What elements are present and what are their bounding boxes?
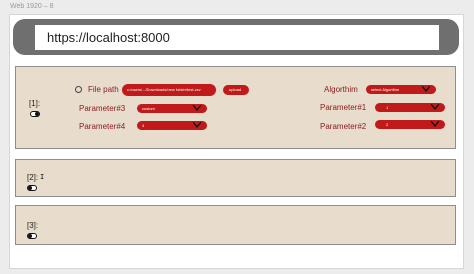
chevron-down-icon xyxy=(193,122,201,128)
panel-1-index: [1]: xyxy=(29,99,41,108)
chevron-down-icon xyxy=(193,105,201,111)
algorithm-select[interactable]: select Algorithm xyxy=(366,85,436,94)
parameter2-label: Parameter#2 xyxy=(320,122,367,131)
chevron-down-icon xyxy=(422,86,430,92)
panel-1-toggle-switch-icon[interactable] xyxy=(30,111,40,117)
frame-label: Web 1920 – 8 xyxy=(10,3,54,10)
file-path-radio-icon[interactable] xyxy=(75,86,82,93)
chevron-down-icon xyxy=(431,104,439,110)
panel-3-toggle-switch-icon[interactable] xyxy=(27,233,37,239)
algorithm-label: Algorthim xyxy=(324,85,358,94)
parameter3-select[interactable]: custom xyxy=(137,104,207,113)
panel-3-index: [3]: xyxy=(27,221,39,230)
parameter4-label: Parameter#4 xyxy=(79,122,126,131)
panel-2 xyxy=(15,159,456,197)
text-cursor-icon: I xyxy=(40,173,45,181)
parameter4-select[interactable]: 4 xyxy=(137,121,207,130)
parameter3-label: Parameter#3 xyxy=(79,104,126,113)
chevron-down-icon xyxy=(431,121,439,127)
parameter1-select-value: 1 xyxy=(386,105,389,110)
parameter2-select-value: 2 xyxy=(386,122,389,127)
url-input[interactable]: https://localhost:8000 xyxy=(35,25,439,50)
file-path-field[interactable]: c:/users/.../Downloads/new folder/test.c… xyxy=(122,84,216,96)
parameter3-select-value: custom xyxy=(142,106,155,111)
parameter1-select[interactable]: 1 xyxy=(375,103,445,112)
parameter4-select-value: 4 xyxy=(142,123,145,128)
file-path-label: File path xyxy=(88,85,119,94)
upload-button[interactable]: upload xyxy=(223,85,249,95)
panel-2-index: [2]: xyxy=(27,173,39,182)
parameter1-label: Parameter#1 xyxy=(320,103,367,112)
algorithm-select-value: select Algorithm xyxy=(371,87,400,92)
parameter2-select[interactable]: 2 xyxy=(375,120,445,129)
panel-3 xyxy=(15,205,456,245)
panel-2-toggle-switch-icon[interactable] xyxy=(27,185,37,191)
